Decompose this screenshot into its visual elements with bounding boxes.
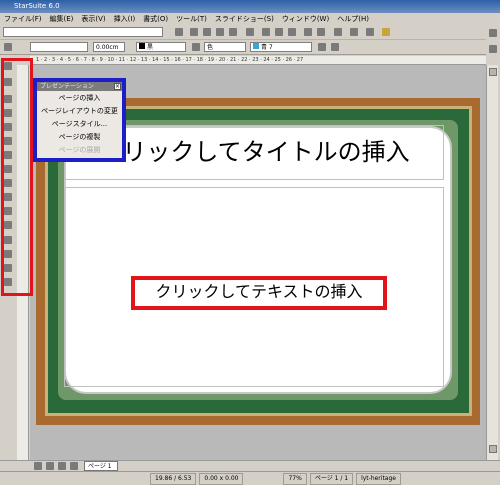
undo-icon[interactable] [304,28,312,36]
copy-icon[interactable] [275,28,283,36]
area-style-select[interactable]: 色 [204,42,246,52]
ruler-labels: 1 · 2 · 3 · 4 · 5 · 6 · 7 · 8 · 9 · 10 ·… [36,57,304,63]
text-placeholder[interactable]: クリックしてテキストの挿入 [131,276,387,310]
status-size: 0.00 x 0.00 [199,472,244,485]
popup-item-insert-page[interactable]: ページの挿入 [37,92,122,105]
line-color-label: 黒 [147,44,154,51]
shadow-icon[interactable] [318,43,326,51]
view-toggle-icon[interactable] [489,29,497,37]
edit-file-icon[interactable] [229,28,237,36]
line-color-swatch [139,43,145,49]
first-page-icon[interactable] [34,462,42,470]
gallery-icon[interactable] [366,28,374,36]
presentation-popup-header: プレゼンテーション [37,82,122,91]
horizontal-ruler: 1 · 2 · 3 · 4 · 5 · 6 · 7 · 8 · 9 · 10 ·… [30,56,486,65]
menu-window[interactable]: ウィンドウ(W) [278,14,333,24]
menu-help[interactable]: ヘルプ(H) [333,14,373,24]
paste-icon[interactable] [288,28,296,36]
save-icon[interactable] [216,28,224,36]
last-page-icon[interactable] [70,462,78,470]
scroll-down-icon[interactable] [489,445,497,453]
area-style-icon[interactable] [192,43,200,51]
line-style-icon[interactable] [4,43,12,51]
area-color-select[interactable]: 青 7 [250,42,312,52]
menu-bar: ファイル(F) 編集(E) 表示(V) 挿入(I) 書式(O) ツール(T) ス… [0,13,500,25]
status-zoom: 77% [283,472,307,485]
prev-page-icon[interactable] [46,462,54,470]
next-page-icon[interactable] [58,462,66,470]
url-field[interactable] [3,27,163,37]
popup-title: プレゼンテーション [40,83,94,90]
menu-format[interactable]: 書式(O) [139,14,172,24]
print-icon[interactable] [246,28,254,36]
menu-slideshow[interactable]: スライドショー(S) [211,14,278,24]
area-color-swatch [253,43,259,49]
window-title: StarSuite 6.0 [14,2,60,10]
popup-item-change-layout[interactable]: ページレイアウトの変更 [37,105,122,118]
panel-icon[interactable] [489,45,497,53]
object-toolbar: 0.00cm 黒 色 青 7 [0,40,500,55]
status-layout: lyt-heritage [356,472,401,485]
help-agent-icon[interactable] [382,28,390,36]
popup-item-duplicate-page[interactable]: ページの複製 [37,131,122,144]
new-doc-icon[interactable] [190,28,198,36]
function-toolbar [0,25,500,40]
page-tab-bar: ページ 1 [0,460,500,471]
close-icon[interactable]: × [114,83,121,90]
open-icon[interactable] [203,28,211,36]
navigator-icon[interactable] [334,28,342,36]
line-width-field[interactable]: 0.00cm [93,42,125,52]
tab-stop-icon[interactable] [331,43,339,51]
area-color-label: 青 7 [261,44,273,51]
status-position: 19.86 / 6.53 [150,472,197,485]
status-page: ページ 1 / 1 [309,472,354,485]
status-bar: 19.86 / 6.53 0.00 x 0.00 77% ページ 1 / 1 l… [0,471,500,485]
cut-icon[interactable] [262,28,270,36]
line-color-select[interactable]: 黒 [136,42,186,52]
popup-item-expand-page[interactable]: ページの展開 [37,144,122,157]
load-url-icon[interactable] [175,28,183,36]
menu-view[interactable]: 表示(V) [77,14,109,24]
line-style-select[interactable] [30,42,88,52]
vertical-scrollbar[interactable] [486,65,498,460]
menu-file[interactable]: ファイル(F) [0,14,46,24]
stylist-icon[interactable] [350,28,358,36]
menu-edit[interactable]: 編集(E) [46,14,78,24]
toolbar-highlight [1,58,33,296]
popup-item-page-style[interactable]: ページスタイル... [37,118,122,131]
redo-icon[interactable] [317,28,325,36]
scroll-up-icon[interactable] [489,68,497,76]
menu-tools[interactable]: ツール(T) [172,14,211,24]
tab-page-1[interactable]: ページ 1 [84,461,118,471]
menu-insert[interactable]: 挿入(I) [110,14,140,24]
window-titlebar: StarSuite 6.0 [0,0,500,13]
